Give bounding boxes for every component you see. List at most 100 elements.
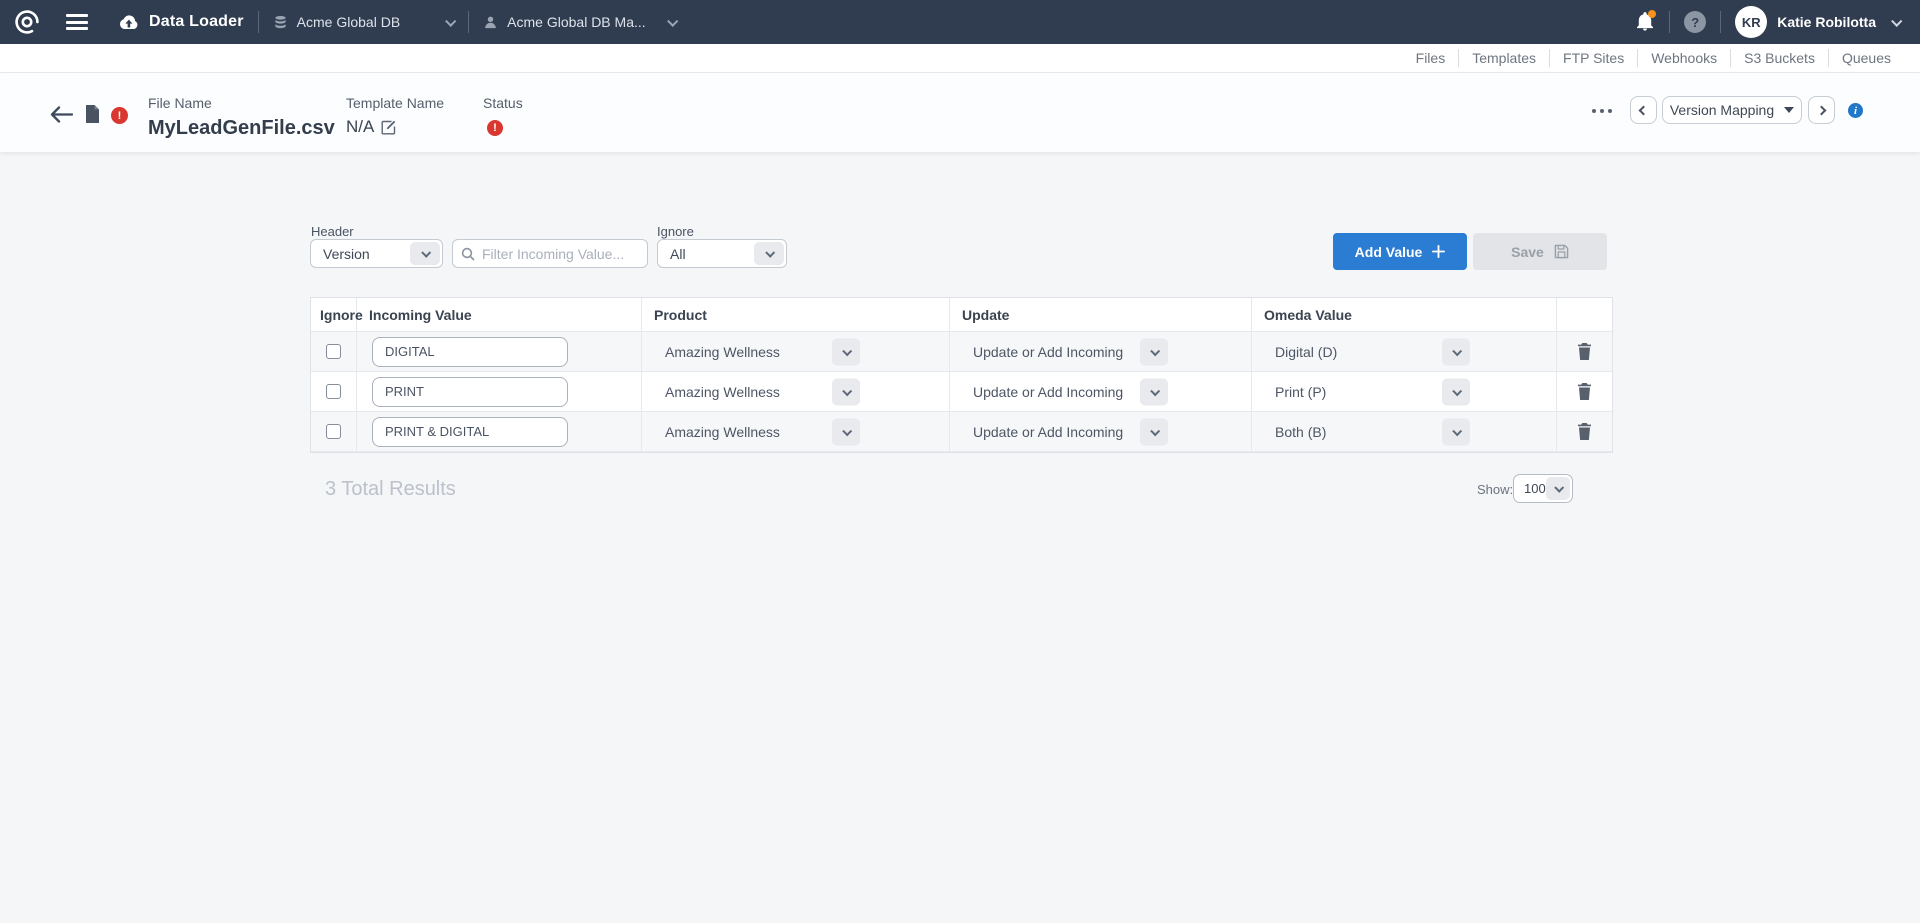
divider	[258, 11, 259, 33]
header-filter-value: Version	[311, 246, 410, 262]
user-name[interactable]: Katie Robilotta	[1777, 14, 1876, 30]
database-selector[interactable]: Acme Global DB	[273, 14, 454, 30]
database-selector-value: Acme Global DB	[297, 14, 400, 30]
update-value: Update or Add Incoming	[950, 384, 1123, 400]
chevron-down-icon[interactable]	[1891, 16, 1902, 27]
chevron-down-icon	[1442, 338, 1470, 365]
next-mapping-button[interactable]	[1808, 96, 1835, 124]
omeda-value-select[interactable]: Both (B)	[1252, 412, 1557, 451]
status-label: Status	[483, 95, 523, 111]
omeda-value: Digital (D)	[1252, 344, 1337, 360]
incoming-value-input[interactable]	[372, 377, 568, 407]
nav-link-s3-buckets[interactable]: S3 Buckets	[1730, 49, 1828, 67]
status-error-icon	[487, 120, 503, 136]
product-value: Amazing Wellness	[642, 424, 780, 440]
omeda-value-select[interactable]: Digital (D)	[1252, 332, 1557, 371]
hamburger-menu-icon[interactable]	[66, 14, 88, 30]
product-select[interactable]: Amazing Wellness	[642, 372, 950, 411]
incoming-value-input[interactable]	[372, 417, 568, 447]
user-avatar[interactable]: KR	[1735, 6, 1767, 38]
nav-link-webhooks[interactable]: Webhooks	[1637, 49, 1730, 67]
help-icon[interactable]	[1684, 11, 1706, 33]
column-header-update: Update	[950, 298, 1252, 331]
template-name-value: N/A	[346, 117, 374, 137]
omeda-logo-icon[interactable]	[14, 9, 40, 35]
incoming-value-search[interactable]	[452, 239, 648, 268]
product-select[interactable]: Amazing Wellness	[642, 412, 950, 451]
table-body: Amazing Wellness Update or Add Incoming …	[311, 332, 1612, 452]
incoming-value-input[interactable]	[372, 337, 568, 367]
ignore-checkbox[interactable]	[326, 424, 341, 439]
file-error-icon	[111, 107, 128, 124]
ignore-checkbox[interactable]	[326, 344, 341, 359]
search-input[interactable]	[482, 246, 639, 262]
total-results: 3 Total Results	[325, 478, 456, 501]
table-row: Amazing Wellness Update or Add Incoming …	[311, 412, 1612, 452]
notifications-bell-icon[interactable]	[1635, 12, 1655, 32]
file-name-value: MyLeadGenFile.csv	[148, 117, 335, 140]
ignore-filter-select[interactable]: All	[657, 239, 787, 268]
column-header-omeda-value: Omeda Value	[1252, 298, 1557, 331]
update-select[interactable]: Update or Add Incoming	[950, 412, 1252, 451]
nav-link-files[interactable]: Files	[1403, 49, 1459, 67]
ignore-checkbox[interactable]	[326, 384, 341, 399]
top-navbar: Data Loader Acme Global DB Acme Global D…	[0, 0, 1920, 44]
chevron-down-icon	[1442, 378, 1470, 405]
update-select[interactable]: Update or Add Incoming	[950, 372, 1252, 411]
ignore-filter-value: All	[658, 246, 754, 262]
divider	[468, 11, 469, 33]
template-name-label: Template Name	[346, 95, 444, 111]
info-icon[interactable]	[1848, 103, 1863, 118]
chevron-down-icon	[1140, 418, 1168, 445]
omeda-value: Print (P)	[1252, 384, 1326, 400]
chevron-down-icon	[667, 16, 678, 27]
save-button[interactable]: Save	[1473, 233, 1607, 270]
omeda-value-select[interactable]: Print (P)	[1252, 372, 1557, 411]
mapping-selector[interactable]: Acme Global DB Ma...	[483, 14, 676, 30]
file-header-card: File Name MyLeadGenFile.csv Template Nam…	[0, 73, 1920, 152]
product-value: Amazing Wellness	[642, 384, 780, 400]
back-arrow-icon[interactable]	[50, 106, 73, 123]
chevron-left-icon	[1639, 105, 1649, 115]
ignore-cell	[311, 332, 357, 371]
table-row: Amazing Wellness Update or Add Incoming …	[311, 372, 1612, 412]
file-name-label: File Name	[148, 95, 335, 111]
chevron-down-icon	[1546, 477, 1570, 500]
actions-cell	[1557, 412, 1612, 451]
nav-link-queues[interactable]: Queues	[1828, 49, 1904, 67]
omeda-value: Both (B)	[1252, 424, 1326, 440]
delete-row-button[interactable]	[1573, 419, 1596, 444]
add-value-button[interactable]: Add Value	[1333, 233, 1467, 270]
plus-icon	[1432, 245, 1445, 258]
delete-row-button[interactable]	[1573, 379, 1596, 404]
actions-cell	[1557, 372, 1612, 411]
header-filter-select[interactable]: Version	[310, 239, 443, 268]
more-options-button[interactable]	[1588, 105, 1616, 117]
add-value-label: Add Value	[1355, 244, 1423, 260]
trash-icon	[1577, 343, 1592, 360]
header-filter-label: Header	[311, 224, 354, 239]
page-size-select[interactable]: 100	[1513, 474, 1573, 503]
product-value: Amazing Wellness	[642, 344, 780, 360]
edit-template-icon[interactable]	[381, 120, 396, 135]
app-title: Data Loader	[149, 13, 244, 31]
nav-link-templates[interactable]: Templates	[1458, 49, 1549, 67]
actions-cell	[1557, 332, 1612, 371]
nav-link-ftp-sites[interactable]: FTP Sites	[1549, 49, 1637, 67]
product-select[interactable]: Amazing Wellness	[642, 332, 950, 371]
update-value: Update or Add Incoming	[950, 344, 1123, 360]
divider	[1720, 11, 1721, 33]
delete-row-button[interactable]	[1573, 339, 1596, 364]
search-icon	[461, 247, 475, 261]
mapping-step-dropdown[interactable]: Version Mapping	[1662, 96, 1802, 124]
update-select[interactable]: Update or Add Incoming	[950, 332, 1252, 371]
chevron-down-icon	[1442, 418, 1470, 445]
ignore-cell	[311, 372, 357, 411]
chevron-down-icon	[445, 16, 456, 27]
chevron-down-icon	[410, 242, 440, 265]
previous-mapping-button[interactable]	[1630, 96, 1657, 124]
column-header-product: Product	[642, 298, 950, 331]
mapping-step-value: Version Mapping	[1670, 102, 1774, 118]
chevron-right-icon	[1817, 105, 1827, 115]
incoming-value-cell	[357, 332, 642, 371]
